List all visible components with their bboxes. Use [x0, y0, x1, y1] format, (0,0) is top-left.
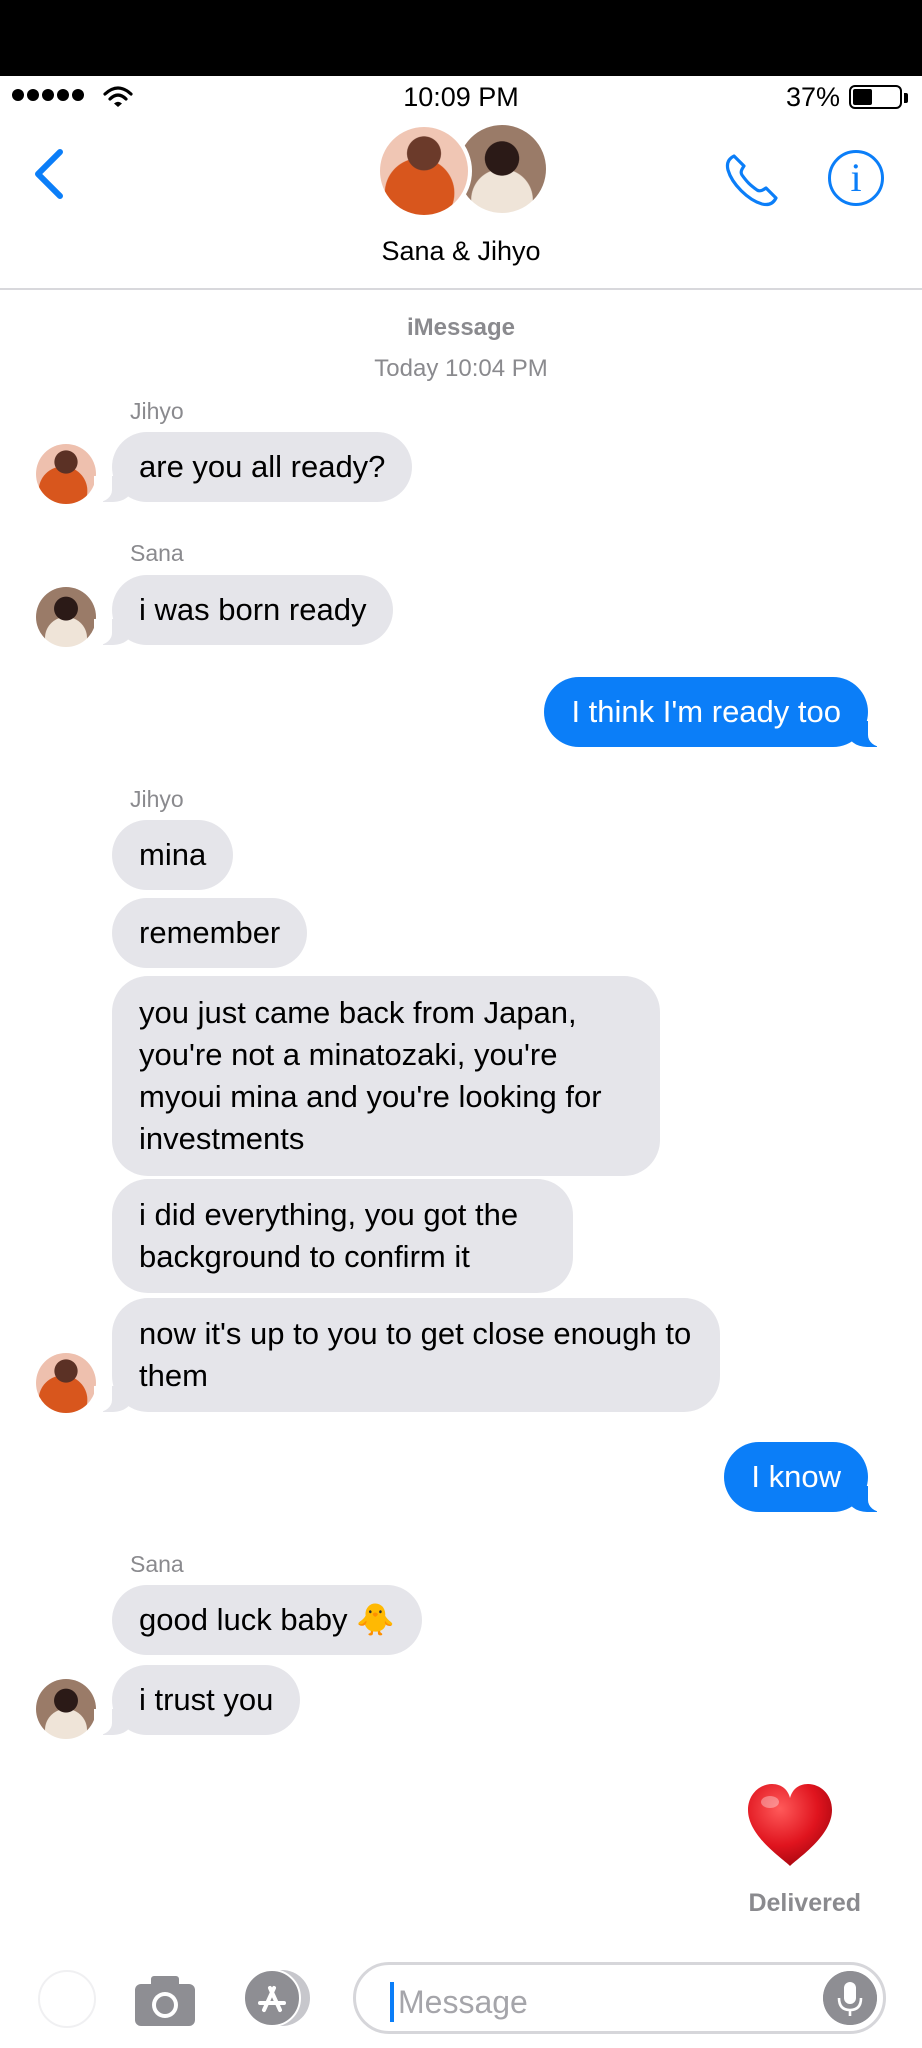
battery-nub: [904, 93, 908, 103]
avatar-jihyo-small: [36, 1353, 96, 1413]
back-chevron-icon[interactable]: [30, 146, 70, 202]
message-input[interactable]: Message: [353, 1962, 886, 2034]
heart-emoji-message[interactable]: [742, 1778, 838, 1874]
info-icon[interactable]: i: [828, 150, 884, 206]
sender-label: Sana: [130, 540, 184, 566]
avatar-jihyo: [376, 123, 472, 219]
text-cursor: [390, 1982, 394, 2022]
message-placeholder: Message: [398, 1984, 528, 2020]
conversation-header: Sana & Jihyo i: [0, 116, 922, 290]
app-store-icon[interactable]: [240, 1968, 314, 2028]
sender-label: Jihyo: [130, 398, 184, 424]
message-bubble-incoming[interactable]: good luck baby 🐥: [112, 1585, 422, 1655]
message-bubble-incoming[interactable]: i was born ready: [93, 575, 394, 645]
camera-icon[interactable]: [133, 1972, 197, 2028]
message-bubble-incoming[interactable]: are you all ready?: [93, 432, 413, 502]
status-bar: 10:09 PM 37%: [0, 76, 922, 116]
status-time: 10:09 PM: [403, 82, 519, 112]
sender-label: Sana: [130, 1551, 184, 1577]
message-bubble-incoming[interactable]: remember: [112, 898, 308, 968]
top-black-band: [0, 0, 922, 76]
sender-label: Jihyo: [130, 786, 184, 812]
thread-title[interactable]: Sana & Jihyo: [0, 236, 922, 267]
message-bubble-incoming[interactable]: you just came back from Japan, you're no…: [112, 976, 660, 1176]
message-bubble-incoming[interactable]: mina: [112, 820, 234, 890]
message-bubble-outgoing[interactable]: I know: [724, 1442, 886, 1512]
message-composer: Message: [0, 1946, 922, 2048]
message-bubble-incoming[interactable]: i trust you: [93, 1665, 301, 1735]
hidden-button-outline: [38, 1970, 96, 2028]
message-bubble-incoming[interactable]: now it's up to you to get close enough t…: [94, 1298, 720, 1412]
conversation-timestamp: Today 10:04 PM: [374, 355, 548, 382]
message-bubble-incoming[interactable]: i did everything, you got the background…: [112, 1179, 573, 1293]
phone-icon[interactable]: [722, 150, 782, 210]
delivery-status: Delivered: [748, 1889, 861, 1917]
avatar-jihyo-small: [36, 444, 96, 504]
battery-icon: [849, 85, 902, 109]
message-bubble-outgoing[interactable]: I think I'm ready too: [544, 677, 886, 747]
battery-percentage: 37%: [785, 82, 840, 112]
microphone-icon[interactable]: [823, 1971, 877, 2025]
service-label: iMessage: [406, 314, 516, 341]
avatar-sana-small: [36, 587, 96, 647]
group-avatars[interactable]: [376, 121, 550, 221]
avatar-sana-small: [36, 1679, 96, 1739]
